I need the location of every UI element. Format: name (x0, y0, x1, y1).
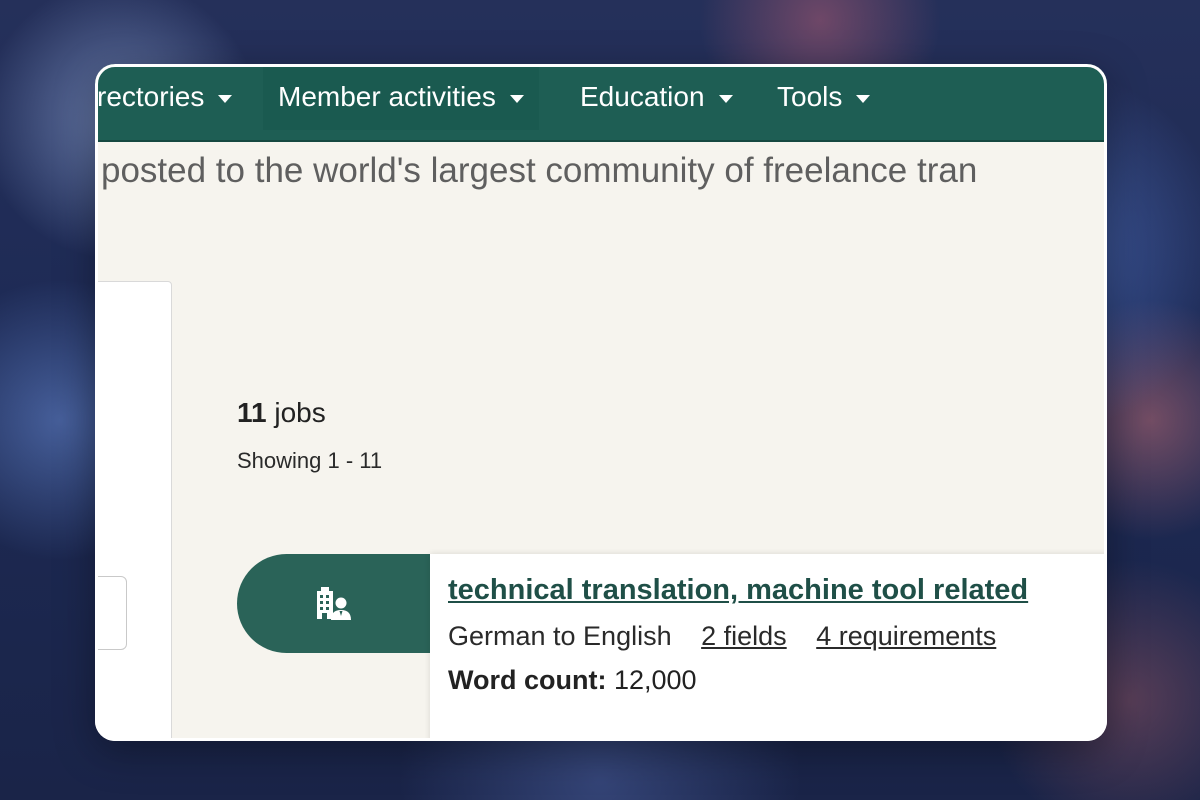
main-nav-bar: rectories Member activities Education To… (95, 64, 1107, 142)
job-count-number: 11 (237, 397, 267, 428)
browser-window: rectories Member activities Education To… (95, 64, 1107, 741)
caret-down-icon (718, 95, 733, 103)
nav-item-label: Education (580, 81, 705, 112)
nav-item-member-activities[interactable]: Member activities (263, 64, 539, 130)
word-count-label: Word count: (448, 665, 607, 695)
job-title-link[interactable]: technical translation, machine tool rela… (448, 574, 1028, 607)
results-range: Showing 1 - 11 (237, 448, 383, 473)
nav-item-label: Tools (777, 81, 843, 112)
job-card: technical translation, machine tool rela… (430, 554, 1107, 741)
job-count-heading: 11 jobs (237, 397, 326, 429)
nav-item-directories[interactable]: rectories (97, 64, 233, 130)
caret-down-icon (856, 95, 871, 103)
building-person-icon (317, 587, 351, 620)
language-pair: German to English (448, 621, 672, 651)
fields-link[interactable]: 2 fields (701, 621, 787, 651)
word-count: Word count: 12,000 (448, 665, 697, 696)
page-tagline: posted to the world's largest community … (101, 151, 978, 190)
word-count-value: 12,000 (613, 665, 697, 695)
requirements-link[interactable]: 4 requirements (816, 621, 996, 651)
nav-item-education[interactable]: Education (580, 64, 733, 130)
caret-down-icon (509, 95, 524, 103)
filter-input[interactable] (95, 576, 127, 650)
nav-item-label: rectories (97, 81, 205, 112)
job-meta: German to English 2 fields 4 requirement… (448, 621, 996, 652)
caret-down-icon (218, 95, 233, 103)
job-count-suffix: jobs (274, 397, 326, 428)
filter-sidebar (95, 281, 172, 741)
nav-item-tools[interactable]: Tools (777, 64, 871, 130)
nav-item-label: Member activities (278, 81, 496, 112)
